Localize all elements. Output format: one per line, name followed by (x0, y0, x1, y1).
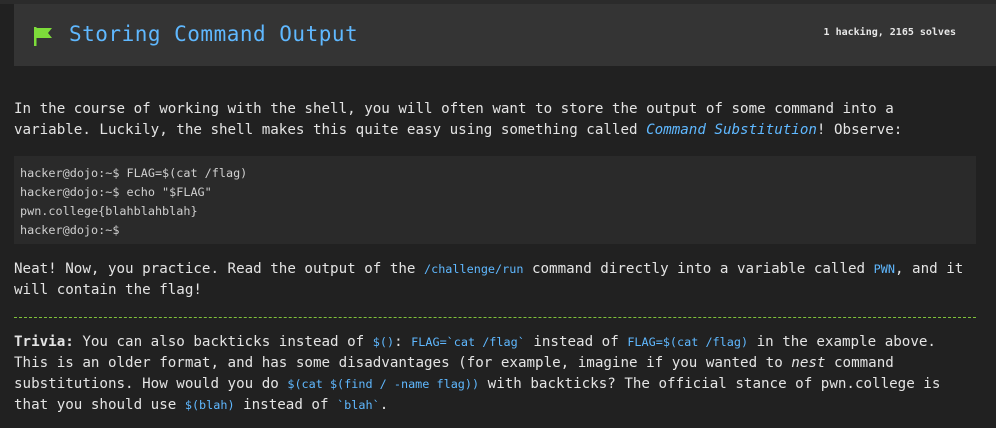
task-text: Neat! Now, you practice. Read the output… (14, 261, 424, 277)
inline-code: `blah` (337, 398, 380, 412)
trivia-text: . (379, 397, 389, 413)
challenge-title[interactable]: Storing Command Output (69, 22, 358, 46)
trivia-text: instead of (234, 397, 338, 413)
trivia-text: instead of (524, 334, 628, 350)
inline-code: FLAG=$(cat /flag) (627, 335, 749, 349)
code-line: hacker@dojo:~$ FLAG=$(cat /flag) (20, 166, 248, 180)
code-line: hacker@dojo:~$ (20, 223, 120, 237)
inline-code: PWN (873, 262, 895, 276)
inline-code: /challenge/run (424, 262, 524, 276)
code-line: pwn.college{blahblahblah} (20, 204, 198, 218)
flag-icon (34, 27, 52, 46)
trivia-label: Trivia: (14, 334, 74, 350)
inline-code: $() (372, 335, 395, 349)
code-line: hacker@dojo:~$ echo "$FLAG" (20, 185, 212, 199)
trivia-emphasis: nest (791, 355, 826, 371)
trivia-text: You can also backticks instead of (73, 334, 373, 350)
inline-code: $(blah) (184, 398, 235, 412)
challenge-header[interactable]: Storing Command Output 1 hacking, 2165 s… (14, 4, 996, 66)
inline-code: FLAG=`cat /flag` (411, 335, 525, 349)
intro-paragraph: In the course of working with the shell,… (14, 99, 976, 141)
inline-code: $(cat $(find / -name flag)) (287, 377, 480, 391)
intro-text-end: ! Observe: (816, 122, 903, 138)
code-block: hacker@dojo:~$ FLAG=$(cat /flag) hacker@… (14, 156, 976, 244)
task-text: command directly into a variable called (523, 261, 874, 277)
solve-stats: 1 hacking, 2165 solves (823, 27, 956, 38)
trivia-paragraph: Trivia: You can also backticks instead o… (14, 332, 976, 416)
command-substitution-link[interactable]: Command Substitution (646, 122, 817, 138)
task-paragraph: Neat! Now, you practice. Read the output… (14, 259, 976, 301)
trivia-text: : (394, 334, 412, 350)
divider (14, 317, 976, 318)
